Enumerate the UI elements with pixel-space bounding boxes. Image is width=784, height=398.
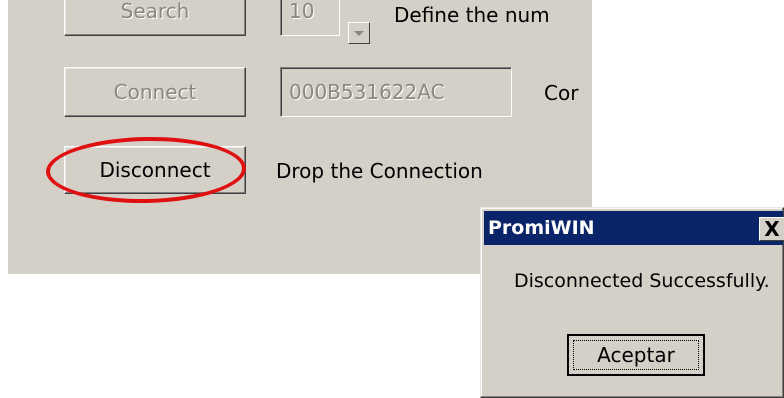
dialog-title: PromiWIN — [488, 217, 595, 239]
close-icon[interactable]: X — [759, 217, 784, 241]
connect-button[interactable]: Connect — [64, 67, 246, 117]
address-value: 000B531622AC — [289, 80, 445, 104]
dialog-message: Disconnected Successfully. — [514, 270, 770, 292]
dialog-titlebar: PromiWIN X — [484, 211, 784, 245]
search-button[interactable]: Search — [64, 0, 246, 36]
disconnect-description: Drop the Connection — [276, 159, 483, 183]
search-button-label: Search — [120, 0, 190, 23]
connect-button-label: Connect — [113, 80, 197, 104]
close-glyph: X — [764, 217, 780, 241]
message-dialog: PromiWIN X Disconnected Successfully. Ac… — [480, 207, 784, 398]
count-field[interactable]: 10 — [280, 0, 340, 36]
focus-rectangle — [573, 340, 699, 370]
count-value: 10 — [289, 0, 315, 23]
count-description: Define the num — [394, 3, 550, 27]
count-spin-down[interactable] — [348, 22, 370, 44]
ok-button[interactable]: Aceptar — [567, 334, 705, 376]
address-field[interactable]: 000B531622AC — [280, 67, 512, 117]
connect-description: Cor — [544, 81, 579, 105]
chevron-down-icon — [354, 30, 364, 36]
